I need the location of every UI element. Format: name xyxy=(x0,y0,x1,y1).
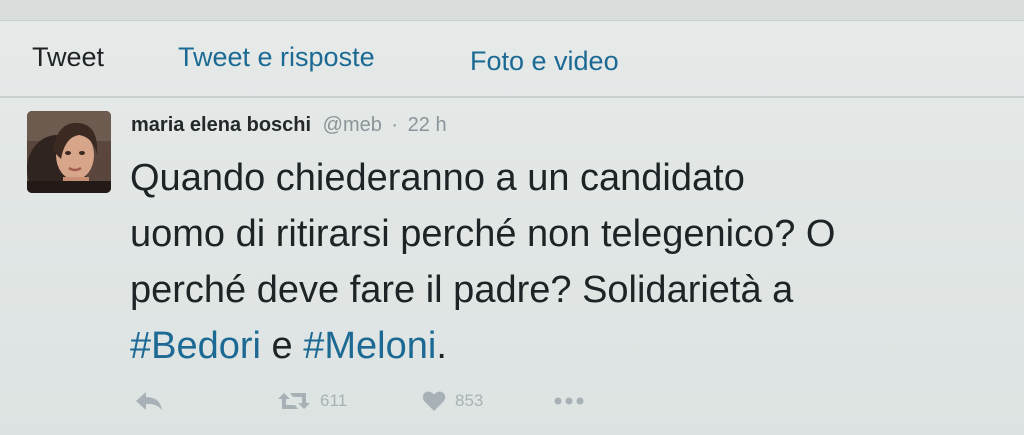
tab-tweet[interactable]: Tweet xyxy=(32,42,104,73)
tweet-text-line: uomo di ritirarsi perché non telegenico?… xyxy=(130,213,836,255)
retweet-icon xyxy=(278,393,310,409)
tab-tweet-e-risposte[interactable]: Tweet e risposte xyxy=(178,42,375,73)
retweet-count: 611 xyxy=(320,391,348,410)
heart-icon xyxy=(422,391,446,411)
tweet-text-line: Quando chiederanno a un candidato xyxy=(130,157,745,199)
tab-foto-e-video[interactable]: Foto e video xyxy=(470,46,619,77)
like-count: 853 xyxy=(455,391,484,410)
twitter-profile-timeline: Tweet Tweet e risposte Foto e video mari… xyxy=(0,0,1024,435)
trailing-period: . xyxy=(436,325,447,367)
top-bar xyxy=(0,0,1024,21)
reply-button[interactable] xyxy=(134,386,164,416)
retweet-button[interactable]: 611 xyxy=(277,386,347,416)
conjunction-text: e xyxy=(271,325,293,367)
header-separator: · xyxy=(391,114,399,136)
tweet-timestamp[interactable]: 22 h xyxy=(408,114,447,136)
like-button[interactable]: 853 xyxy=(422,386,483,416)
author-handle[interactable]: @meb xyxy=(323,114,382,136)
more-button[interactable] xyxy=(553,386,585,416)
tweet-item[interactable]: maria elena boschi @meb · 22 h Quando ch… xyxy=(0,98,1024,435)
tweet-text-last-line: #Bedori e #Meloni. xyxy=(130,318,1010,374)
hashtag-bedori[interactable]: #Bedori xyxy=(130,325,261,367)
hashtag-meloni[interactable]: #Meloni xyxy=(303,325,436,367)
avatar[interactable] xyxy=(27,111,111,193)
avatar-portrait-icon xyxy=(27,111,111,193)
tweet-actions: 611 853 xyxy=(130,386,630,416)
author-name[interactable]: maria elena boschi xyxy=(131,114,311,136)
tweet-text: Quando chiederanno a un candidato uomo d… xyxy=(130,150,1010,374)
tweet-text-line: perché deve fare il padre? Solidarietà a xyxy=(130,269,794,311)
more-icon xyxy=(554,397,584,405)
tweet-header: maria elena boschi @meb · 22 h xyxy=(131,114,447,137)
reply-icon xyxy=(136,392,162,410)
profile-tabs: Tweet Tweet e risposte Foto e video xyxy=(0,20,1024,98)
